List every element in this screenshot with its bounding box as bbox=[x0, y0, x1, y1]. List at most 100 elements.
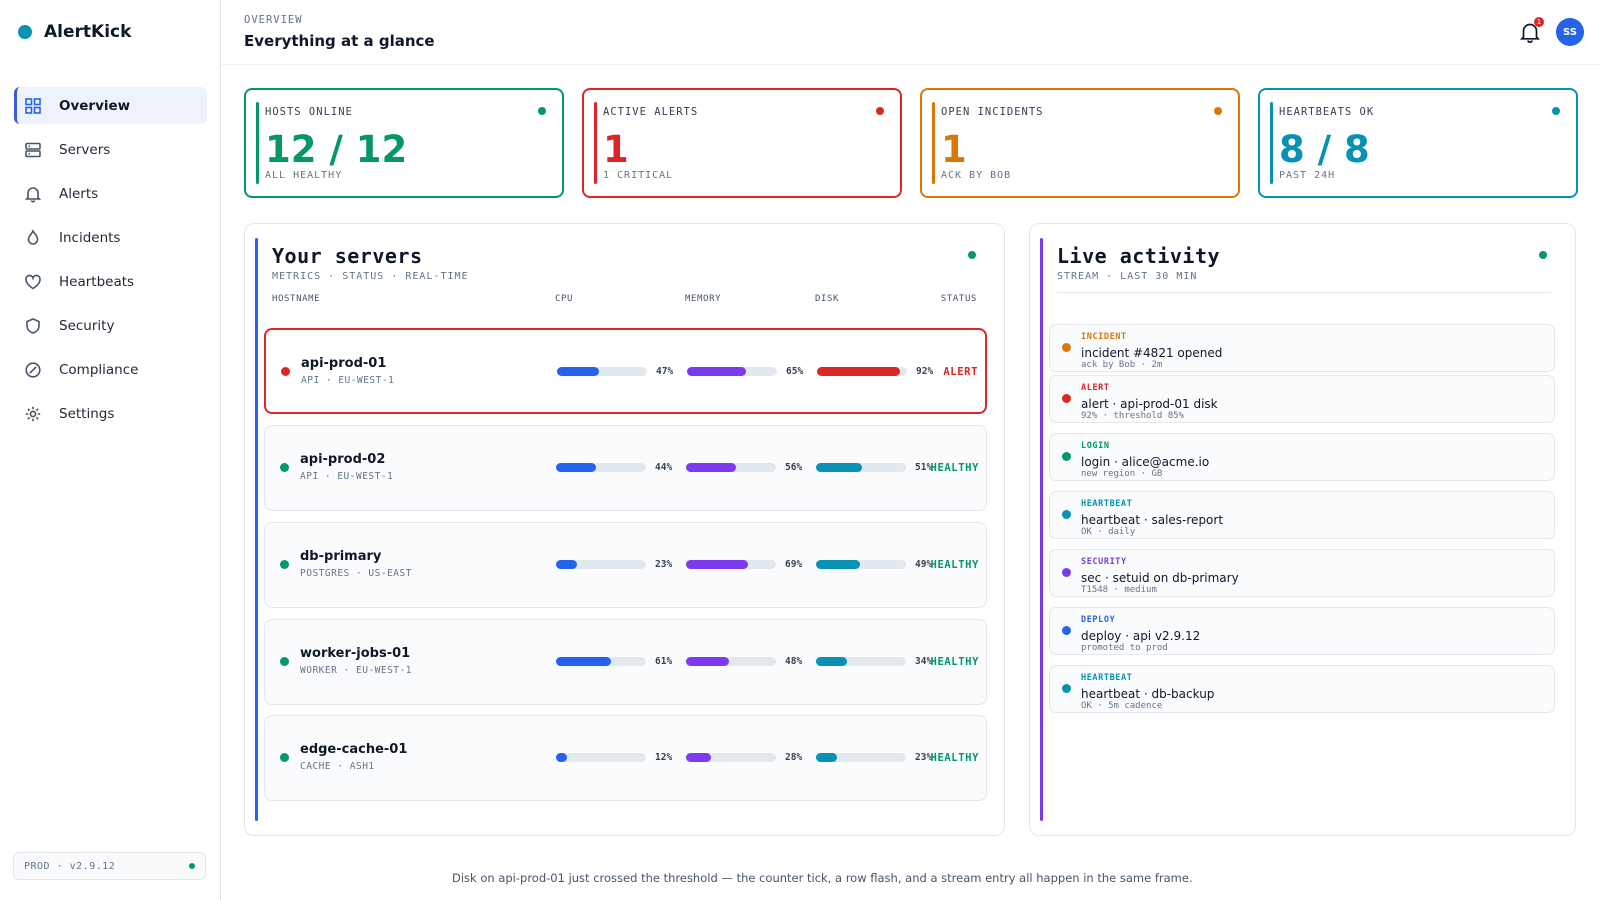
mem-meter bbox=[686, 657, 776, 666]
server-status-dot bbox=[280, 753, 289, 762]
event-type-dot bbox=[1062, 394, 1071, 403]
environment-badge: PROD · v2.9.12 bbox=[13, 852, 206, 880]
page-header: OVERVIEW Everything at a glance bbox=[244, 14, 435, 50]
gear-icon bbox=[24, 405, 42, 423]
event-title: heartbeat · db-backup bbox=[1081, 687, 1215, 701]
stat-label: OPEN INCIDENTS bbox=[941, 106, 1044, 118]
column-header-memory[interactable]: MEMORY bbox=[685, 294, 721, 304]
sidebar: AlertKick Overview Servers Alerts Incide… bbox=[0, 0, 221, 900]
stat-card-hosts-online[interactable]: HOSTS ONLINE 12 / 12 ALL HEALTHY bbox=[244, 88, 564, 198]
event-type-label: HEARTBEAT bbox=[1081, 499, 1133, 509]
avatar[interactable]: SS bbox=[1556, 18, 1584, 46]
event-title: alert · api-prod-01 disk bbox=[1081, 397, 1218, 411]
cpu-percent: 23% bbox=[655, 559, 673, 570]
server-row-db-primary[interactable]: db-primary POSTGRES · US-EAST 23% 69% 49% HEA… bbox=[264, 522, 987, 608]
status-dot bbox=[1214, 107, 1222, 115]
brand-name: AlertKick bbox=[44, 22, 132, 42]
activity-event-alert[interactable]: ALERT alert · api-prod-01 disk 92% · thres… bbox=[1049, 375, 1555, 423]
stat-value: 12 / 12 bbox=[265, 128, 408, 171]
activity-event-heartbeat[interactable]: HEARTBEAT heartbeat · sales-report OK · da… bbox=[1049, 491, 1555, 539]
event-type-dot bbox=[1062, 510, 1071, 519]
stat-accent-bar bbox=[256, 102, 259, 184]
column-header-cpu[interactable]: CPU bbox=[555, 294, 573, 304]
sidebar-item-label: Compliance bbox=[59, 361, 139, 378]
server-status-label: HEALTHY bbox=[930, 559, 979, 571]
sidebar-item-label: Servers bbox=[59, 141, 111, 158]
event-meta: OK · 5m cadence bbox=[1081, 701, 1163, 711]
stat-card-heartbeats-ok[interactable]: HEARTBEATS OK 8 / 8 PAST 24H bbox=[1258, 88, 1578, 198]
grid-icon bbox=[24, 97, 42, 115]
header-actions: 1 SS bbox=[1518, 17, 1584, 46]
event-meta: ack by Bob · 2m bbox=[1081, 360, 1163, 370]
server-meta: POSTGRES · US-EAST bbox=[300, 568, 412, 579]
server-hostname: api-prod-01 bbox=[301, 356, 387, 371]
activity-panel: Live activity STREAM · LAST 30 MIN INCID… bbox=[1029, 223, 1576, 836]
cpu-meter bbox=[556, 657, 646, 666]
cpu-percent: 12% bbox=[655, 752, 673, 763]
event-type-label: SECURITY bbox=[1081, 557, 1127, 567]
event-type-dot bbox=[1062, 568, 1071, 577]
server-meta: CACHE · ASH1 bbox=[300, 761, 375, 772]
stat-card-active-alerts[interactable]: ACTIVE ALERTS 1 1 CRITICAL bbox=[582, 88, 902, 198]
sidebar-item-label: Overview bbox=[59, 97, 131, 114]
activity-event-deploy[interactable]: DEPLOY deploy · api v2.9.12 promoted to pr… bbox=[1049, 607, 1555, 655]
bell-icon bbox=[24, 185, 42, 203]
cpu-percent: 44% bbox=[655, 462, 673, 473]
column-header-disk[interactable]: DISK bbox=[815, 294, 839, 304]
mem-meter-fill bbox=[686, 463, 737, 472]
server-status-label: ALERT bbox=[943, 366, 978, 378]
heart-icon bbox=[24, 273, 42, 291]
server-row-worker-jobs-01[interactable]: worker-jobs-01 WORKER · EU-WEST-1 61% 48% 34… bbox=[264, 619, 987, 705]
mem-meter bbox=[686, 560, 776, 569]
mem-meter bbox=[686, 463, 776, 472]
mem-percent: 65% bbox=[786, 366, 804, 377]
sidebar-item-security[interactable]: Security bbox=[14, 307, 207, 344]
server-row-api-prod-01[interactable]: api-prod-01 API · EU-WEST-1 47% 65% 92% ALERT bbox=[264, 328, 987, 414]
sidebar-item-compliance[interactable]: Compliance bbox=[14, 351, 207, 388]
disk-percent: 92% bbox=[916, 366, 934, 377]
column-header-status[interactable]: STATUS bbox=[941, 294, 977, 304]
disk-meter-fill bbox=[816, 753, 837, 762]
event-type-dot bbox=[1062, 684, 1071, 693]
server-row-edge-cache-01[interactable]: edge-cache-01 CACHE · ASH1 12% 28% 23% HEALTH… bbox=[264, 715, 987, 801]
brand[interactable]: AlertKick bbox=[18, 22, 131, 42]
sidebar-item-heartbeats[interactable]: Heartbeats bbox=[14, 263, 207, 300]
column-header-hostname[interactable]: HOSTNAME bbox=[272, 294, 320, 304]
event-type-dot bbox=[1062, 626, 1071, 635]
mem-percent: 69% bbox=[785, 559, 803, 570]
sidebar-item-alerts[interactable]: Alerts bbox=[14, 175, 207, 212]
stat-label: HEARTBEATS OK bbox=[1279, 106, 1375, 118]
sidebar-item-incidents[interactable]: Incidents bbox=[14, 219, 207, 256]
event-title: deploy · api v2.9.12 bbox=[1081, 629, 1201, 643]
event-type-label: DEPLOY bbox=[1081, 615, 1116, 625]
disk-meter-fill bbox=[817, 367, 900, 376]
sidebar-item-servers[interactable]: Servers bbox=[14, 131, 207, 168]
panel-accent-bar bbox=[1040, 238, 1043, 821]
disk-meter-fill bbox=[816, 463, 862, 472]
disk-meter bbox=[816, 560, 906, 569]
activity-event-security[interactable]: SECURITY sec · setuid on db-primary T1548 … bbox=[1049, 549, 1555, 597]
cpu-percent: 61% bbox=[655, 656, 673, 667]
activity-event-heartbeat[interactable]: HEARTBEAT heartbeat · db-backup OK · 5m ca… bbox=[1049, 665, 1555, 713]
stat-card-open-incidents[interactable]: OPEN INCIDENTS 1 ACK BY BOB bbox=[920, 88, 1240, 198]
status-dot bbox=[1552, 107, 1560, 115]
disk-meter bbox=[816, 657, 906, 666]
event-type-label: HEARTBEAT bbox=[1081, 673, 1133, 683]
cpu-percent: 47% bbox=[656, 366, 674, 377]
event-meta: T1548 · medium bbox=[1081, 585, 1157, 595]
activity-event-incident[interactable]: INCIDENT incident #4821 opened ack by Bob … bbox=[1049, 324, 1555, 372]
server-row-api-prod-02[interactable]: api-prod-02 API · EU-WEST-1 44% 56% 51% HEALT… bbox=[264, 425, 987, 511]
panel-title: Live activity bbox=[1057, 244, 1221, 268]
event-type-dot bbox=[1062, 343, 1071, 352]
sidebar-item-overview[interactable]: Overview bbox=[14, 87, 207, 124]
panel-title: Your servers bbox=[272, 244, 423, 268]
activity-event-login[interactable]: LOGIN login · alice@acme.io new region · G… bbox=[1049, 433, 1555, 481]
stat-caption: PAST 24H bbox=[1279, 170, 1336, 181]
server-hostname: worker-jobs-01 bbox=[300, 646, 411, 661]
notifications-button[interactable]: 1 bbox=[1518, 17, 1544, 44]
server-meta: API · EU-WEST-1 bbox=[301, 375, 395, 386]
stat-label: ACTIVE ALERTS bbox=[603, 106, 699, 118]
server-status-label: HEALTHY bbox=[930, 462, 979, 474]
sidebar-item-settings[interactable]: Settings bbox=[14, 395, 207, 432]
stat-value: 8 / 8 bbox=[1279, 128, 1370, 171]
